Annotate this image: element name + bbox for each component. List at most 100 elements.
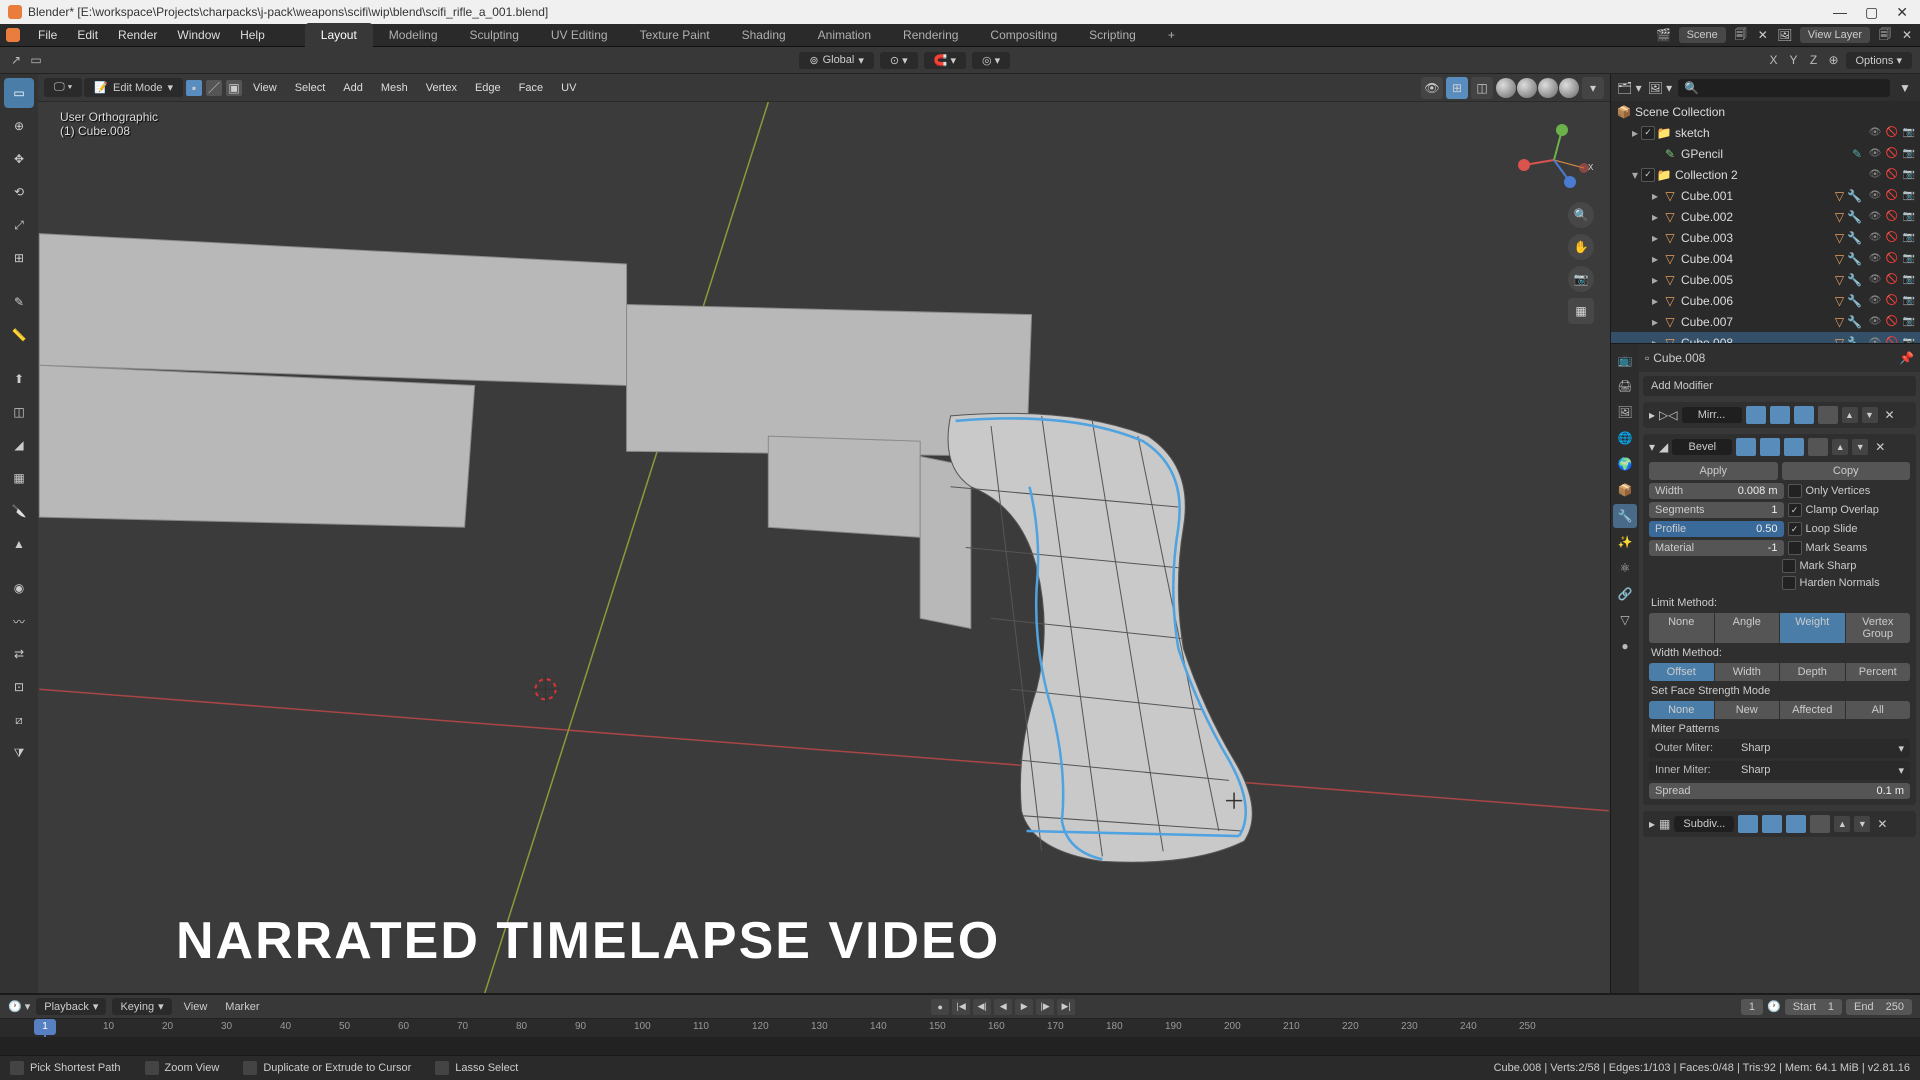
move-up-icon[interactable]: ▲ [1842, 407, 1858, 423]
width-offset[interactable]: Offset [1649, 663, 1714, 681]
shrink-tool[interactable]: ⊡ [4, 672, 34, 702]
keyframe-next-icon[interactable]: |▶ [1036, 999, 1054, 1015]
limit-vgroup[interactable]: Vertex Group [1846, 613, 1911, 643]
timeline-track[interactable] [0, 1037, 1920, 1055]
pivot-dropdown[interactable]: ⊙ ▾ [880, 52, 918, 69]
navigation-gizmo[interactable]: X [1514, 120, 1594, 200]
mirror-y-toggle[interactable]: Y [1786, 52, 1802, 68]
tree-row[interactable]: ▸▽Cube.003▽🔧👁🚫📷 [1611, 227, 1920, 248]
mod-render-toggle[interactable] [1746, 406, 1766, 424]
prop-tab-viewlayer[interactable]: 🖼 [1613, 400, 1637, 424]
uv-menu[interactable]: UV [553, 79, 584, 97]
show-gizmo-icon[interactable]: 👁 [1421, 77, 1443, 99]
outliner-display-icon[interactable]: 🖼 ▾ [1648, 81, 1673, 95]
blender-logo-icon[interactable] [6, 28, 20, 42]
tree-row[interactable]: ▾ ✓📁 Collection 2 👁🚫📷 [1611, 164, 1920, 185]
move-up-icon[interactable]: ▲ [1832, 439, 1848, 455]
pin-icon[interactable]: 📌 [1899, 351, 1914, 365]
smooth-tool[interactable]: 〰 [4, 606, 34, 636]
tab-sculpting[interactable]: Sculpting [454, 23, 535, 47]
mod-editmode-toggle[interactable] [1786, 815, 1806, 833]
extrude-tool[interactable]: ⬆ [4, 364, 34, 394]
scene-selector[interactable]: Scene [1679, 27, 1726, 43]
jump-start-icon[interactable]: |◀ [952, 999, 970, 1015]
menu-help[interactable]: Help [230, 24, 275, 46]
scale-tool[interactable]: ⤢ [4, 210, 34, 240]
prop-tab-constraints[interactable]: 🔗 [1613, 582, 1637, 606]
profile-input[interactable]: Profile0.50 [1649, 521, 1784, 537]
modifier-name-input[interactable]: Bevel [1672, 439, 1732, 455]
tab-rendering[interactable]: Rendering [887, 23, 974, 47]
prop-tab-physics[interactable]: ⚛ [1613, 556, 1637, 580]
mod-realtime-toggle[interactable] [1762, 815, 1782, 833]
prop-tab-render[interactable]: 📺 [1613, 348, 1637, 372]
mod-cage-toggle[interactable] [1808, 438, 1828, 456]
face-menu[interactable]: Face [511, 79, 551, 97]
options-dropdown[interactable]: Options ▾ [1846, 52, 1913, 69]
xray-toggle-icon[interactable]: ◫ [1471, 77, 1493, 99]
face-affected[interactable]: Affected [1780, 701, 1845, 719]
pan-icon[interactable]: ✋ [1568, 234, 1594, 260]
shading-dropdown-icon[interactable]: ▾ [1582, 77, 1604, 99]
prop-tab-particles[interactable]: ✨ [1613, 530, 1637, 554]
start-frame-input[interactable]: Start1 [1785, 999, 1842, 1015]
transform-tool[interactable]: ⊞ [4, 243, 34, 273]
mirror-z-toggle[interactable]: Z [1806, 52, 1822, 68]
rip-tool[interactable]: ⧩ [4, 738, 34, 768]
maximize-button[interactable]: ▢ [1865, 4, 1878, 21]
tree-row-selected[interactable]: ▸▽Cube.008▽🔧👁🚫📷 [1611, 332, 1920, 343]
auto-merge-icon[interactable]: ⊕ [1826, 52, 1842, 68]
modifier-delete-icon[interactable]: ✕ [1882, 408, 1898, 422]
shading-solid[interactable] [1517, 78, 1537, 98]
inner-miter-dropdown[interactable]: Inner Miter:Sharp▾ [1649, 761, 1910, 780]
cursor-tool-icon[interactable]: ↗ [8, 52, 24, 68]
expand-icon[interactable]: ▾ [1649, 440, 1655, 454]
mod-editmode-toggle[interactable] [1784, 438, 1804, 456]
limit-weight[interactable]: Weight [1780, 613, 1845, 643]
width-input[interactable]: Width0.008 m [1649, 483, 1784, 499]
select-menu[interactable]: Select [287, 79, 334, 97]
edge-menu[interactable]: Edge [467, 79, 509, 97]
add-modifier-button[interactable]: Add Modifier [1643, 376, 1916, 396]
segments-input[interactable]: Segments1 [1649, 502, 1784, 518]
expand-icon[interactable]: ▸ [1649, 817, 1655, 831]
preview-range-icon[interactable]: 🕐 [1767, 1000, 1781, 1013]
outliner-tree[interactable]: 📦Scene Collection ▸ ✓📁 sketch 👁🚫📷 ✎ GPen… [1611, 101, 1920, 343]
face-select-mode[interactable]: ▣ [226, 80, 242, 96]
playhead[interactable]: 1 [44, 1019, 46, 1037]
polybuild-tool[interactable]: ▲ [4, 529, 34, 559]
harden-normals-checkbox[interactable] [1782, 576, 1796, 590]
face-new[interactable]: New [1715, 701, 1780, 719]
select-box-tool[interactable]: ▭ [4, 78, 34, 108]
mod-editmode-toggle[interactable] [1794, 406, 1814, 424]
tab-add[interactable]: + [1152, 23, 1191, 47]
clamp-overlap-checkbox[interactable]: ✓ [1788, 503, 1802, 517]
snap-dropdown[interactable]: 🧲 ▾ [924, 52, 966, 69]
edge-select-mode[interactable]: ／ [206, 80, 222, 96]
mode-dropdown[interactable]: 📝 Edit Mode ▾ [84, 78, 183, 97]
tree-row[interactable]: ▸▽Cube.002▽🔧👁🚫📷 [1611, 206, 1920, 227]
menu-edit[interactable]: Edit [67, 24, 108, 46]
mod-realtime-toggle[interactable] [1770, 406, 1790, 424]
prop-tab-scene[interactable]: 🌐 [1613, 426, 1637, 450]
timeline-editor-icon[interactable]: 🕐 ▾ [8, 1000, 30, 1013]
view-layer-selector[interactable]: View Layer [1800, 27, 1870, 43]
minimize-button[interactable]: — [1833, 4, 1847, 21]
limit-angle[interactable]: Angle [1715, 613, 1780, 643]
prop-tab-modifier[interactable]: 🔧 [1613, 504, 1637, 528]
play-reverse-icon[interactable]: ◀ [994, 999, 1012, 1015]
width-percent[interactable]: Percent [1846, 663, 1911, 681]
copy-button[interactable]: Copy [1782, 462, 1911, 480]
tab-texture-paint[interactable]: Texture Paint [624, 23, 726, 47]
mod-cage-toggle[interactable] [1818, 406, 1838, 424]
knife-tool[interactable]: 🔪 [4, 496, 34, 526]
scene-browse-icon[interactable]: 🎬 [1657, 28, 1671, 42]
tab-layout[interactable]: Layout [305, 23, 373, 47]
outer-miter-dropdown[interactable]: Outer Miter:Sharp▾ [1649, 739, 1910, 758]
play-icon[interactable]: ▶ [1015, 999, 1033, 1015]
cursor-tool[interactable]: ⊕ [4, 111, 34, 141]
tree-row[interactable]: ▸ ✓📁 sketch 👁🚫📷 [1611, 122, 1920, 143]
proportional-dropdown[interactable]: ◎ ▾ [972, 52, 1010, 69]
spin-tool[interactable]: ◉ [4, 573, 34, 603]
add-menu[interactable]: Add [335, 79, 371, 97]
